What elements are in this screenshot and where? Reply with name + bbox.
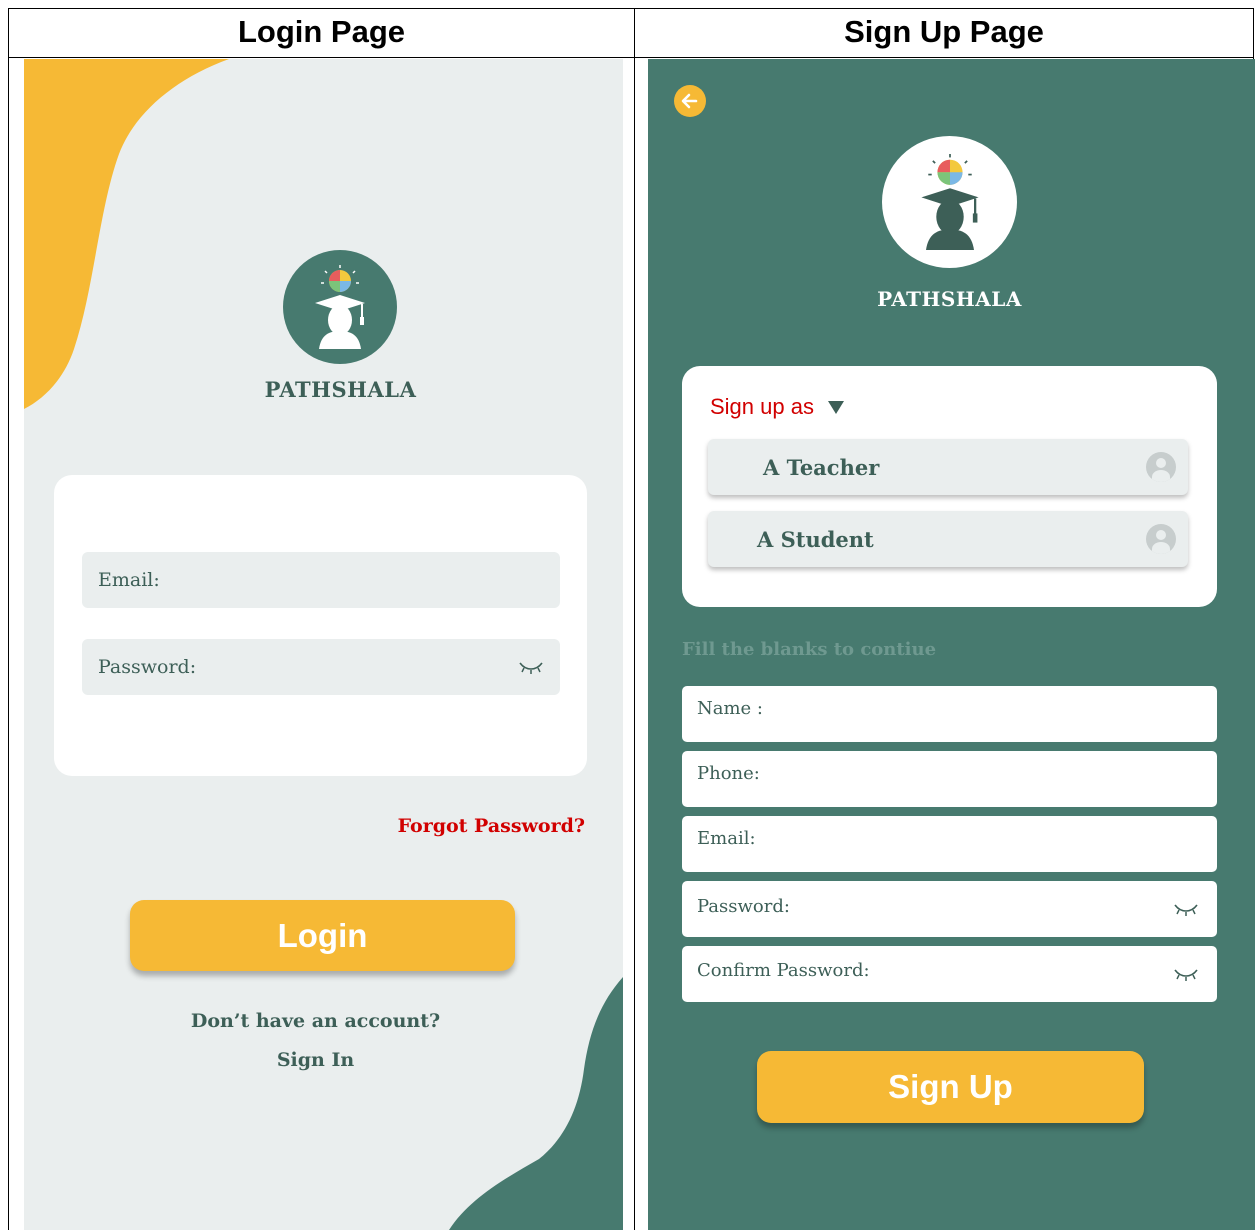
- signup-as-dropdown[interactable]: Sign up as: [710, 394, 844, 420]
- logo-icon: [882, 136, 1017, 268]
- confirm-password-label: Confirm Password:: [697, 959, 870, 981]
- eye-closed-icon[interactable]: [1173, 966, 1199, 982]
- role-label: A Teacher: [763, 454, 880, 480]
- login-button[interactable]: Login: [130, 900, 515, 971]
- confirm-password-field[interactable]: Confirm Password:: [682, 946, 1217, 1002]
- person-icon: [1146, 452, 1176, 482]
- fill-blanks-hint: Fill the blanks to contiue: [682, 639, 937, 660]
- role-option-teacher[interactable]: A Teacher: [708, 439, 1188, 495]
- brand-name: PATHSHALA: [877, 287, 1022, 311]
- eye-closed-icon[interactable]: [518, 659, 544, 675]
- eye-closed-icon[interactable]: [1173, 901, 1199, 917]
- table-border-left: [8, 8, 9, 1230]
- caption-login: Login Page: [237, 14, 406, 49]
- table-border-middle: [634, 8, 635, 1230]
- phone-field[interactable]: Phone:: [682, 751, 1217, 807]
- sign-in-link[interactable]: Sign In: [24, 1049, 615, 1071]
- graduate-bulb-icon: [315, 265, 365, 349]
- table-border-header: [8, 57, 1254, 58]
- name-field[interactable]: Name :: [682, 686, 1217, 742]
- back-button[interactable]: [674, 85, 706, 117]
- back-arrow-icon: [681, 93, 698, 109]
- phone-label: Phone:: [697, 763, 760, 784]
- brand-name: PATHSHALA: [264, 377, 417, 402]
- no-account-text: Don’t have an account?: [190, 1010, 441, 1032]
- signup-button[interactable]: Sign Up: [757, 1051, 1144, 1123]
- password-field[interactable]: Password:: [82, 639, 560, 695]
- person-icon: [1146, 524, 1176, 554]
- logo-icon: [283, 250, 397, 364]
- signup-as-label: Sign up as: [710, 394, 814, 419]
- signup-role-card: Sign up as A Teacher A Student: [682, 366, 1217, 607]
- forgot-password-link[interactable]: Forgot Password?: [398, 815, 585, 837]
- password-label: Password:: [98, 656, 197, 678]
- email-field[interactable]: Email:: [682, 816, 1217, 872]
- email-label: Email:: [697, 828, 756, 849]
- role-label: A Student: [757, 526, 874, 552]
- name-label: Name :: [697, 698, 763, 719]
- signup-screen: PATHSHALA Sign up as A Teacher A Student…: [648, 59, 1255, 1230]
- email-field[interactable]: Email:: [82, 552, 560, 608]
- caption-signup: Sign Up Page: [844, 14, 1044, 49]
- login-screen: PATHSHALA Email: Password: Forgot Passwo…: [24, 59, 623, 1230]
- role-option-student[interactable]: A Student: [708, 511, 1188, 567]
- dropdown-triangle-icon: [827, 400, 844, 414]
- login-card: [54, 475, 587, 776]
- password-label: Password:: [697, 895, 790, 917]
- password-field[interactable]: Password:: [682, 881, 1217, 937]
- email-label: Email:: [98, 569, 160, 591]
- graduate-bulb-icon: [920, 154, 979, 250]
